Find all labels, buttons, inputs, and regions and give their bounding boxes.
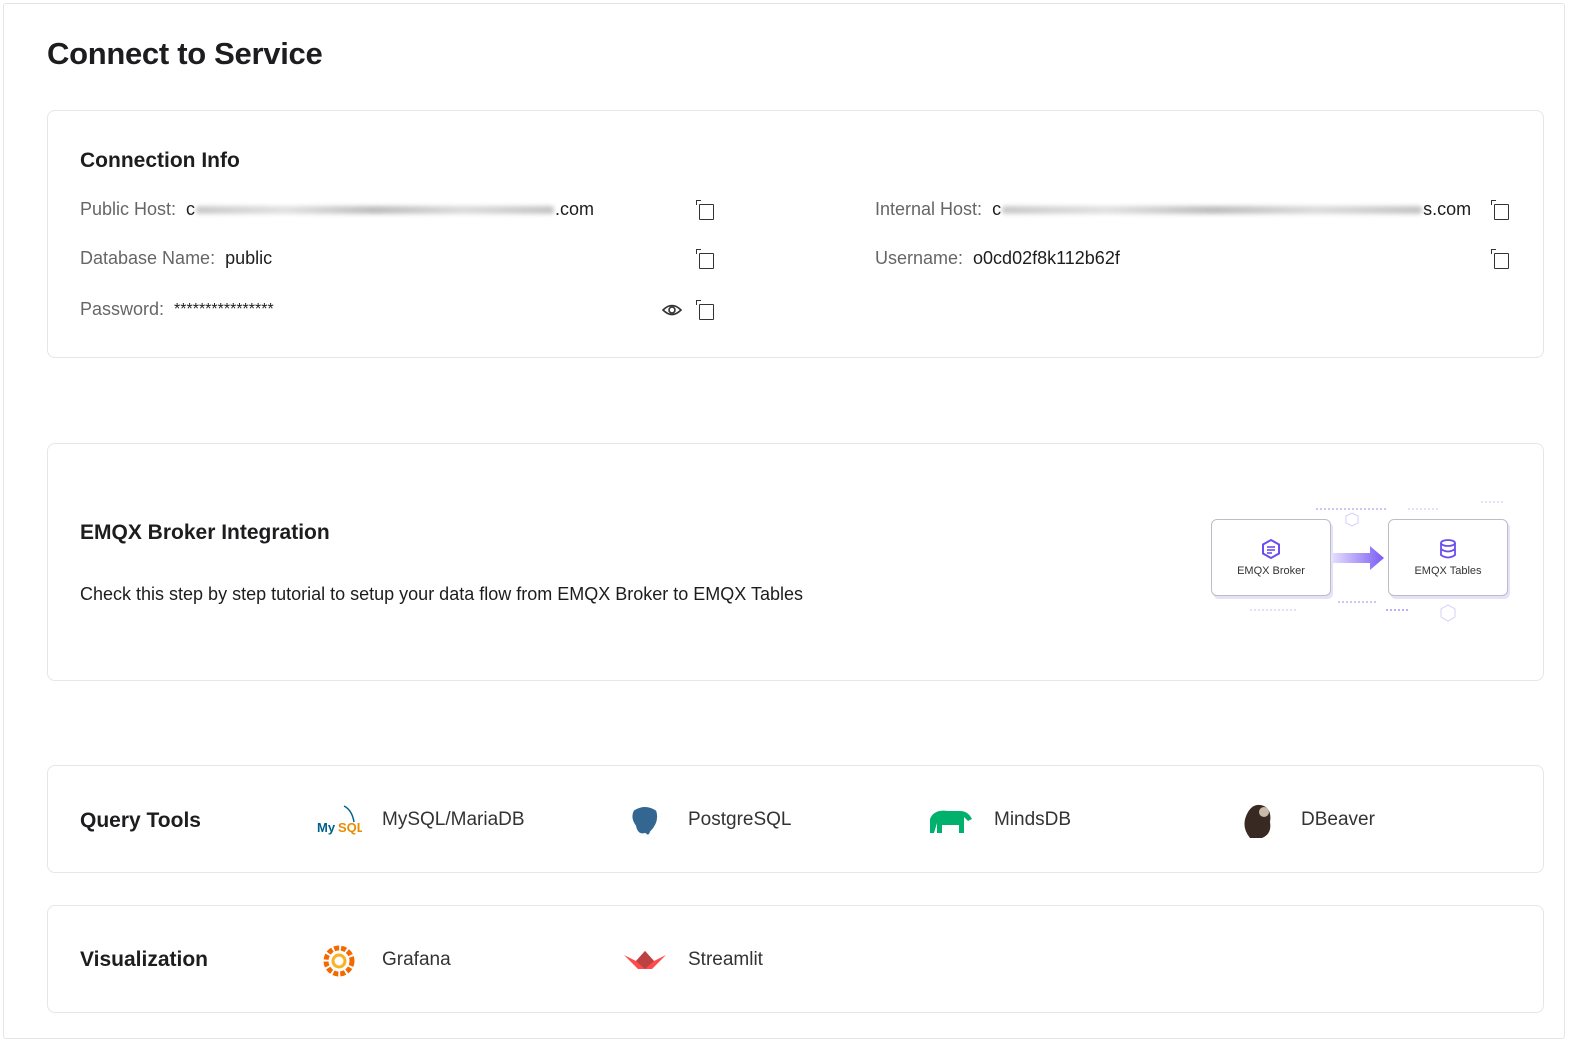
public-host-prefix: c <box>186 199 196 219</box>
database-name-row: Database Name: public <box>80 248 272 269</box>
public-host-suffix: .com <box>555 199 595 219</box>
tool-mysql[interactable]: My SQL MySQL/MariaDB <box>316 800 525 840</box>
tool-label: MindsDB <box>994 809 1072 830</box>
public-host-label: Public Host: <box>80 199 177 219</box>
tool-mindsdb[interactable]: MindsDB <box>928 800 1071 840</box>
diagram-emqx-tables: EMQX Tables <box>1388 519 1508 596</box>
connection-info-title: Connection Info <box>80 149 240 172</box>
connection-info-card: Connection Info Public Host: c .com Data… <box>47 110 1544 358</box>
mindsdb-logo-icon <box>928 800 974 840</box>
password-value: **************** <box>174 300 274 318</box>
password-label: Password: <box>80 299 165 319</box>
password-row: Password: **************** <box>80 299 274 320</box>
username-label: Username: <box>875 248 964 268</box>
internal-host-redacted <box>1002 205 1423 214</box>
tool-label: DBeaver <box>1301 809 1375 830</box>
visualization-card: Visualization Grafana Streamlit <box>47 905 1544 1013</box>
integration-title: EMQX Broker Integration <box>80 521 330 544</box>
mysql-logo-icon: My SQL <box>316 800 362 840</box>
internal-host-prefix: c <box>992 199 1002 219</box>
integration-description: Check this step by step tutorial to setu… <box>80 584 803 604</box>
query-tools-card: Query Tools My SQL MySQL/MariaDB PostgreS… <box>47 765 1544 873</box>
tool-grafana[interactable]: Grafana <box>316 940 451 980</box>
copy-database-name-icon[interactable] <box>696 249 716 269</box>
page-title: Connect to Service <box>47 36 323 71</box>
query-tools-title: Query Tools <box>80 809 201 832</box>
tool-label: Streamlit <box>688 949 763 970</box>
streamlit-logo-icon <box>622 940 668 980</box>
username-value: o0cd02f8k112b62f <box>973 248 1120 268</box>
database-icon <box>1440 539 1456 559</box>
copy-internal-host-icon[interactable] <box>1491 200 1511 220</box>
database-name-value: public <box>225 248 273 268</box>
public-host-row: Public Host: c .com <box>80 199 594 220</box>
grafana-logo-icon <box>316 940 362 980</box>
postgresql-logo-icon <box>622 800 668 840</box>
emqx-hexagon-icon <box>1262 538 1280 560</box>
copy-username-icon[interactable] <box>1491 249 1511 269</box>
svg-text:My: My <box>317 820 336 835</box>
diagram-emqx-broker: EMQX Broker <box>1211 519 1331 596</box>
public-host-redacted <box>196 205 555 214</box>
copy-public-host-icon[interactable] <box>696 200 716 220</box>
tool-streamlit[interactable]: Streamlit <box>622 940 763 980</box>
tool-label: MySQL/MariaDB <box>382 809 525 830</box>
dbeaver-logo-icon <box>1235 800 1281 840</box>
diagram-source-label: EMQX Broker <box>1237 565 1305 577</box>
database-name-label: Database Name: <box>80 248 216 268</box>
tool-label: PostgreSQL <box>688 809 792 830</box>
diagram-target-label: EMQX Tables <box>1414 565 1482 577</box>
internal-host-row: Internal Host: c s.com <box>875 199 1471 220</box>
show-password-eye-icon[interactable] <box>661 300 683 320</box>
username-row: Username: o0cd02f8k112b62f <box>875 248 1120 269</box>
tool-label: Grafana <box>382 949 451 970</box>
tool-postgresql[interactable]: PostgreSQL <box>622 800 792 840</box>
internal-host-label: Internal Host: <box>875 199 983 219</box>
tool-dbeaver[interactable]: DBeaver <box>1235 800 1375 840</box>
emqx-integration-card[interactable]: EMQX Broker Integration Check this step … <box>47 443 1544 681</box>
internal-host-suffix: s.com <box>1423 199 1472 219</box>
visualization-title: Visualization <box>80 948 208 971</box>
svg-text:SQL: SQL <box>338 820 362 835</box>
copy-password-icon[interactable] <box>696 300 716 320</box>
